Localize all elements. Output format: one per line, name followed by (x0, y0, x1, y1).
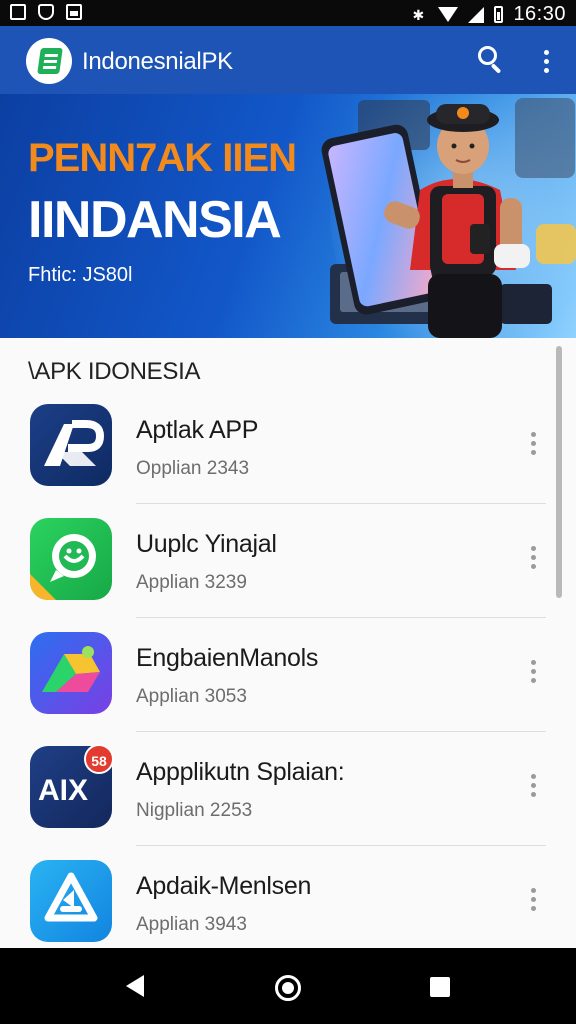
app-name: Appplikutn Splaian: (136, 758, 345, 786)
app-meta: Nigplian 2253 (136, 800, 253, 821)
home-icon[interactable] (275, 975, 301, 1001)
app-meta: Applian 3943 (136, 914, 247, 935)
list-item[interactable]: Uuplc Yinajal Applian 3239 (0, 504, 550, 618)
notification-icons (10, 4, 82, 20)
clock: 16:30 (513, 3, 566, 25)
alx-logo-icon: AIX 58 (30, 744, 114, 828)
vibrate-icon: ✱ (412, 6, 425, 23)
item-menu-icon[interactable] (526, 772, 540, 800)
app-meta: Opplian 2343 (136, 458, 250, 479)
item-menu-icon[interactable] (526, 886, 540, 914)
app-name: Apdaik-Menlsen (136, 872, 312, 900)
search-icon[interactable] (478, 46, 504, 74)
app-name: EngbaienManols (136, 644, 319, 672)
svg-text:AIX: AIX (38, 774, 88, 807)
app-logo-icon[interactable] (26, 38, 72, 84)
scrollbar[interactable] (556, 346, 562, 598)
wifi-icon (438, 7, 459, 22)
list-item[interactable]: Apdaik-Menlsen Applian 3943 (0, 846, 550, 960)
banner-subtitle: IINDANSIA (28, 191, 282, 249)
item-menu-icon[interactable] (526, 658, 540, 686)
app-name: Aptlak APP (136, 416, 259, 444)
app-title: IndonesnialPK (82, 48, 233, 75)
system-navigation-bar (0, 948, 576, 1024)
section-title: \APK IDONESIA (28, 358, 201, 385)
banner-hero-image (321, 98, 576, 338)
signal-icon (468, 6, 485, 23)
recycle-triangle-icon (30, 860, 112, 942)
app-bar: IndonesnialPK (0, 26, 576, 94)
app-notification-icon (10, 4, 26, 20)
list-item[interactable]: EngbaienManols Applian 3053 (0, 618, 550, 732)
promo-banner[interactable]: PENN7AK IIEN IINDANSIA Fhtic: JS80l (0, 94, 576, 338)
notification-badge: 58 (84, 744, 114, 774)
app-list-section: \APK IDONESIA Aptlak APP Opplian 2343 Uu… (0, 338, 576, 948)
shield-notification-icon (38, 4, 54, 20)
item-menu-icon[interactable] (526, 544, 540, 572)
system-indicators: ✱ 16:30 (412, 3, 566, 26)
banner-caption: Fhtic: JS80l (28, 264, 133, 286)
recent-apps-icon[interactable] (430, 977, 450, 997)
app-meta: Applian 3239 (136, 572, 247, 593)
status-bar: ✱ 16:30 (0, 0, 576, 26)
app-meta: Applian 3053 (136, 686, 247, 707)
banner-title: PENN7AK IIEN (28, 136, 297, 180)
more-options-icon[interactable] (535, 48, 559, 74)
chat-bubble-icon (30, 518, 112, 600)
item-menu-icon[interactable] (526, 430, 540, 458)
triangle-drive-icon (30, 632, 112, 714)
app-name: Uuplc Yinajal (136, 530, 277, 558)
back-icon[interactable] (126, 975, 144, 997)
list-item[interactable]: AIX 58 Appplikutn Splaian: Nigplian 2253 (0, 732, 550, 846)
ap-logo-icon (30, 404, 112, 486)
list-item[interactable]: Aptlak APP Opplian 2343 (0, 390, 550, 504)
battery-icon (494, 6, 504, 23)
photo-notification-icon (66, 4, 82, 20)
